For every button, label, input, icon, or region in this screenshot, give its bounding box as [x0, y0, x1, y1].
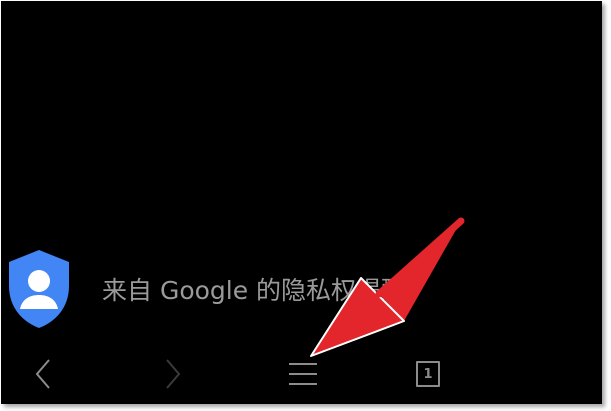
bottom-toolbar: 1	[1, 344, 602, 404]
privacy-reminder-text: 来自 Google 的隐私权提醒	[102, 276, 407, 305]
account-shield-icon	[9, 250, 69, 328]
chevron-left-icon	[35, 359, 50, 389]
hamburger-menu-icon	[289, 363, 317, 385]
back-button[interactable]	[21, 344, 65, 404]
tab-count-icon: 1	[416, 361, 440, 387]
tabs-button[interactable]: 1	[406, 344, 450, 404]
chevron-right-icon	[166, 359, 181, 389]
tab-count: 1	[423, 366, 433, 382]
page-content-area	[1, 1, 602, 241]
forward-button[interactable]	[151, 344, 195, 404]
menu-button[interactable]	[281, 344, 325, 404]
privacy-reminder-banner[interactable]: 来自 Google 的隐私权提醒	[1, 243, 602, 339]
browser-screen: 来自 Google 的隐私权提醒 1	[1, 1, 602, 404]
